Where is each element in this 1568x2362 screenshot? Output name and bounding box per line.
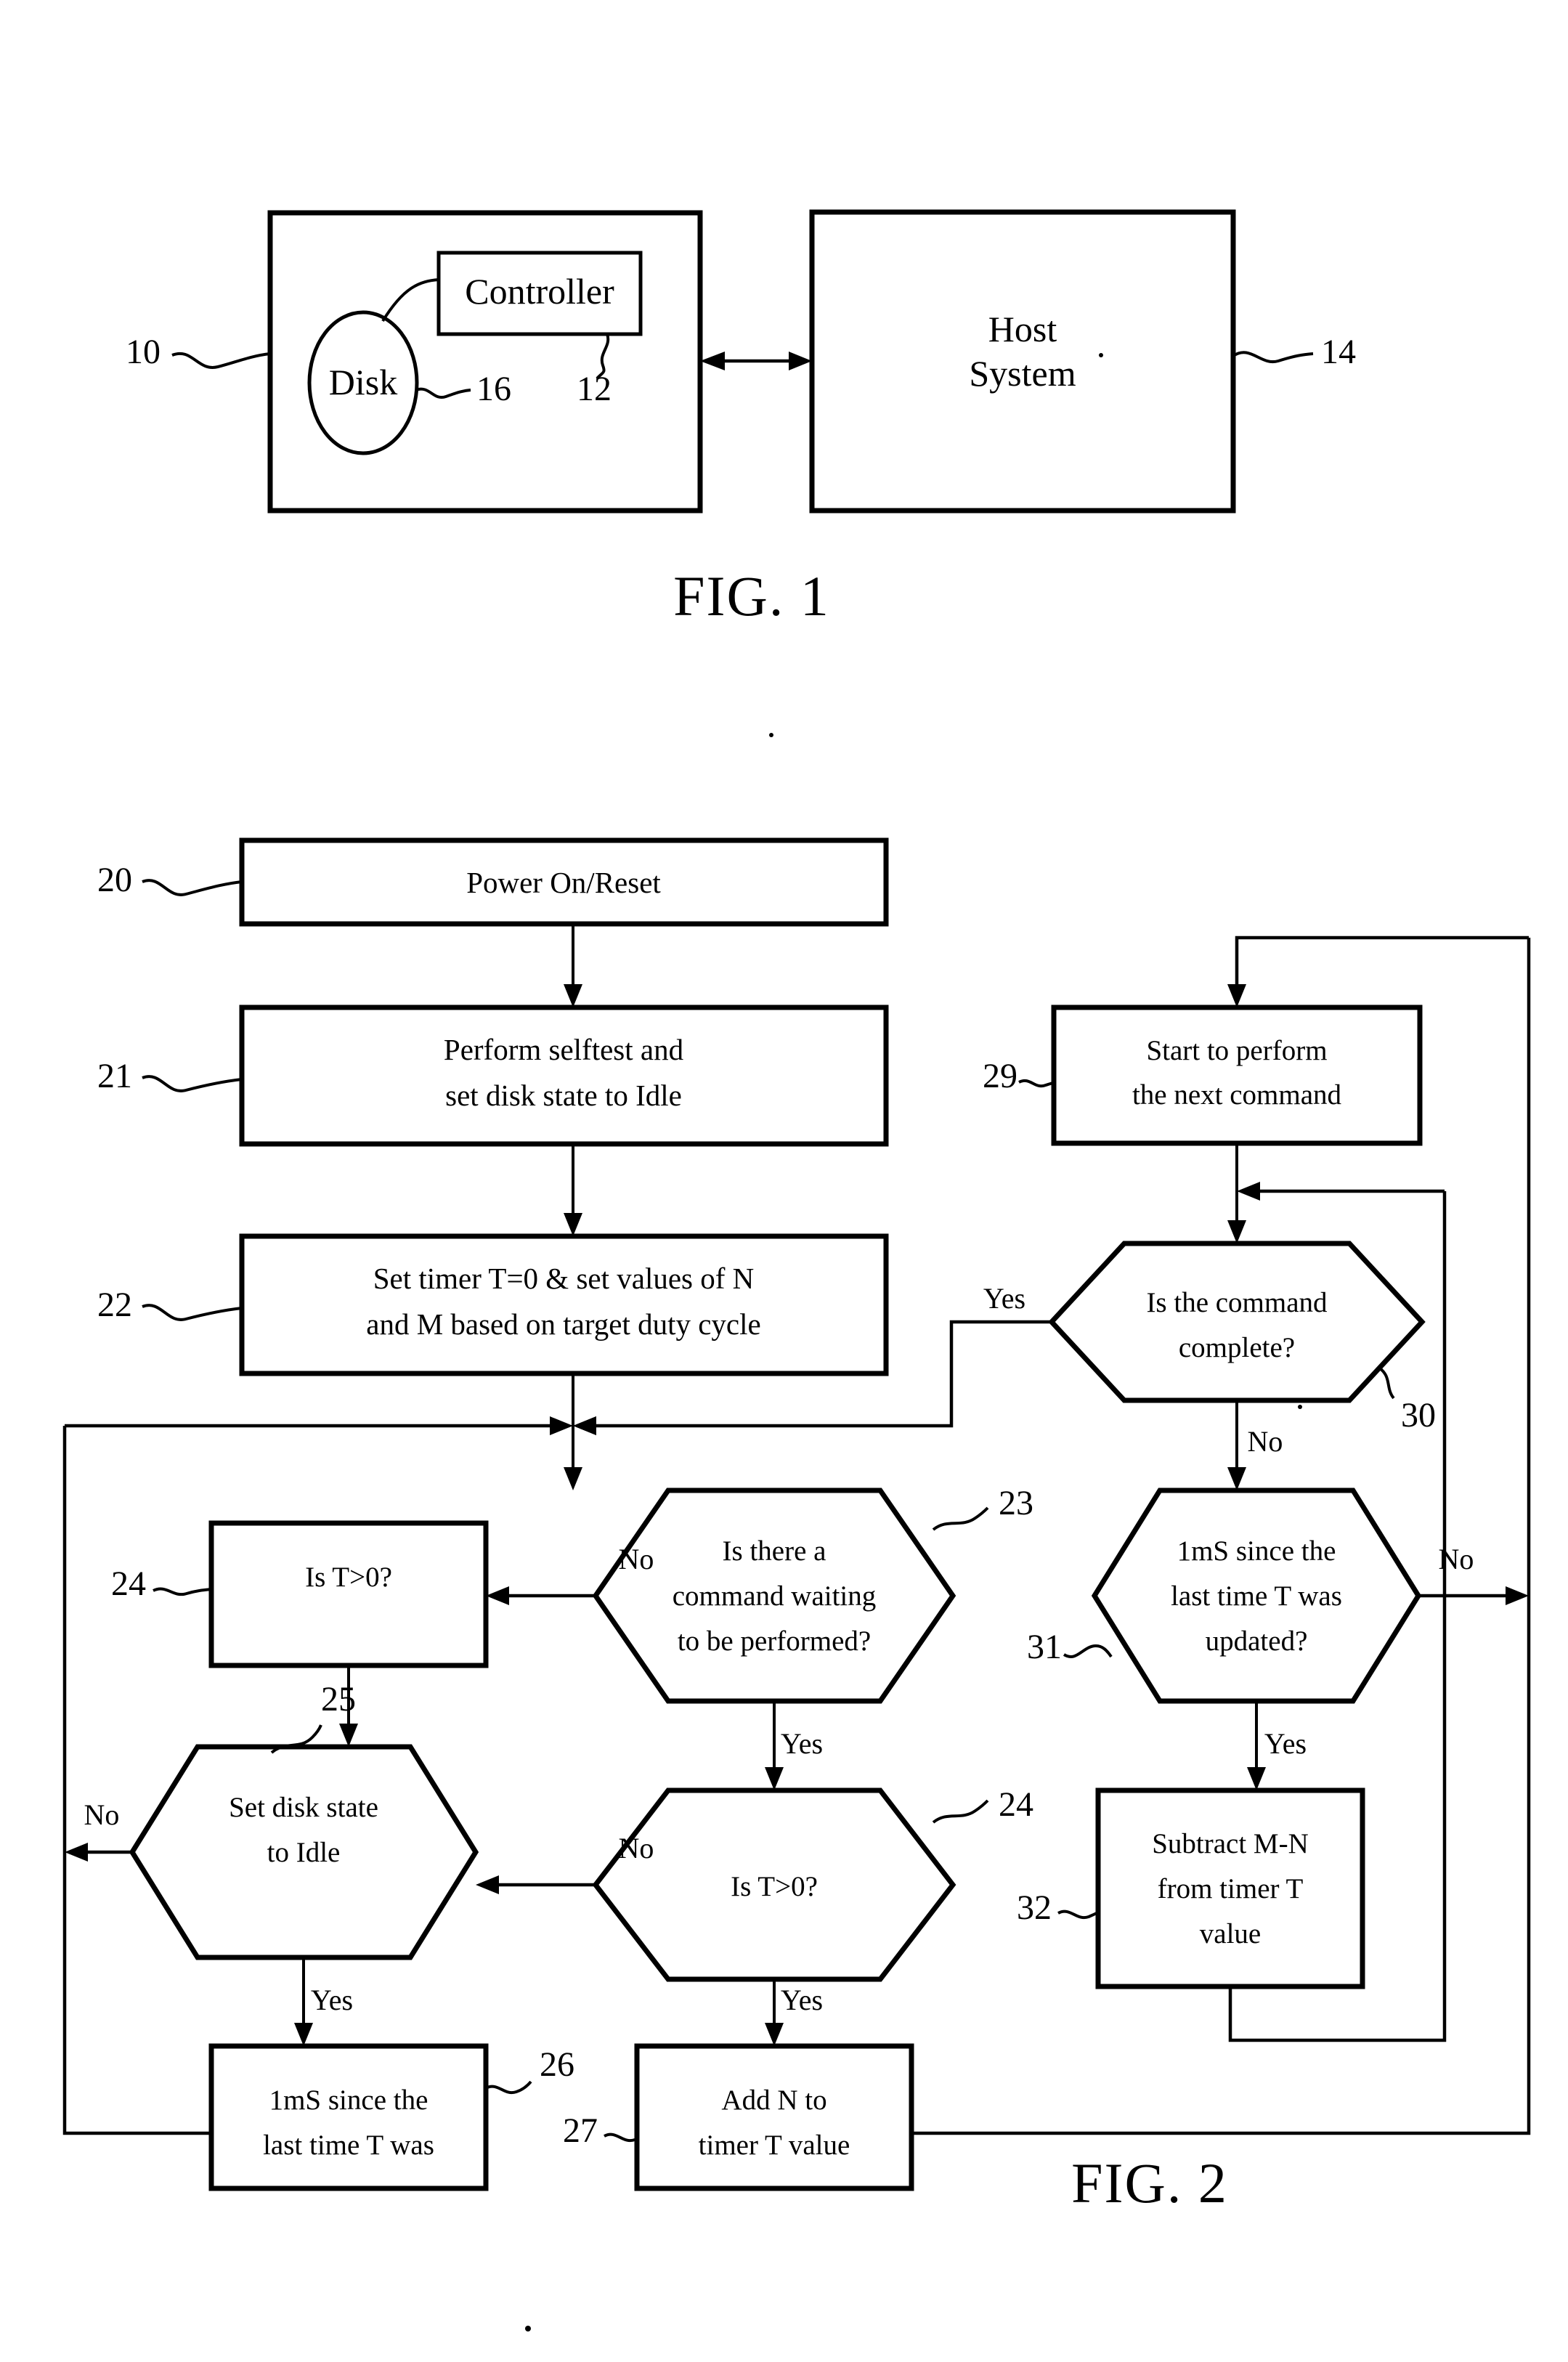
node-21-box [239,1005,889,1147]
node-27-label-line2: last time T was [263,2130,434,2161]
figure-1-group: 10 16 12 14 Controller Disk Host System … [126,209,1356,628]
patent-drawing-sheet: 10 16 12 14 Controller Disk Host System … [0,0,1568,2362]
drawing-canvas: 10 16 12 14 Controller Disk Host System … [62,209,1531,2331]
edge-21-to-22 [564,1144,582,1236]
node-25-ref: 24 [111,1564,146,1603]
node-30-label-line1: Is the command [1146,1287,1328,1318]
fig1-host-label-line1: Host [988,309,1057,349]
node-23-label-line1: Is there a [723,1535,826,1567]
node-22-label-line2: and M based on target duty cycle [366,1307,760,1341]
branch-24-yes-label: Yes [781,1984,823,2016]
edge-24-no [476,1875,596,1894]
node-29-ref-leader [1018,1079,1055,1088]
node-28-ref: 27 [563,2111,598,2150]
node-24-ref-final: 24 [999,1785,1033,1824]
node-31-ref-leader [1063,1644,1113,1658]
node-21-ref-leader [142,1075,243,1092]
node-30-label-line2: complete? [1179,1332,1295,1363]
node-22-box [239,1233,889,1376]
node-32-ref: 32 [1017,1888,1052,1927]
node-32-label-line2: from timer T [1158,1873,1304,1904]
node-21-label-line1: Perform selftest and [444,1033,683,1066]
print-speck-a [1298,1405,1302,1409]
node-30-hexagon [1048,1241,1426,1403]
node-21-ref: 21 [97,1057,132,1095]
edge-32-return-into-30 [1237,1182,1445,1201]
branch-23-no-label: No [619,1543,654,1575]
node-25-ref-leader [153,1587,212,1596]
node-20-ref-leader [142,879,243,896]
branch-26-no-label: No [84,1798,120,1831]
edge-loop-into-29 [1227,936,1529,1007]
node-28-label-line2: timer T value [699,2130,850,2161]
node-24-is-t-positive: Is T>0? [731,1871,818,1902]
branch-30-yes-label: Yes [983,1282,1025,1315]
print-speck-c [525,2326,531,2331]
node-23-label-line3: to be performed? [678,1626,871,1657]
node-29-label-line2: the next command [1132,1079,1342,1111]
branch-31-yes-label: Yes [1264,1727,1307,1760]
node-31-label-line1: 1mS since the [1177,1535,1336,1567]
node-26-label-line2: to Idle [267,1837,341,1868]
fig1-host-label-line2: System [969,353,1076,394]
node-28-ref-leader [604,2132,638,2143]
node-27-box [208,2043,489,2191]
node-23-ref: 23 [999,1484,1033,1522]
node-26-ref: 25 [321,1680,356,1718]
node-27-label-line1: 1mS since the [269,2085,428,2116]
branch-30-no-label: No [1248,1425,1283,1458]
fig1-ref-16: 16 [476,370,511,408]
figure-1-caption: FIG. 1 [673,564,830,628]
node-21-label-line2: set disk state to Idle [445,1079,682,1112]
edge-30-no [1227,1400,1246,1490]
node-28-label-line1: Add N to [721,2085,826,2116]
fig1-ref-12: 12 [577,370,612,408]
node-31-ref: 31 [1027,1628,1062,1666]
node-22-ref-leader [142,1304,243,1321]
branch-24-no-label: No [619,1832,654,1864]
fig1-bus-arrow [700,352,812,370]
fig1-ref-14: 14 [1321,333,1356,371]
edge-23-no [486,1586,596,1605]
node-32-label-line3: value [1200,1918,1261,1949]
figure-2-group: Power On/Reset 20 Perform selftest and s… [62,733,1531,2331]
fig1-print-speck [1099,353,1103,357]
node-23-ref-leader [932,1506,989,1531]
figure-2-caption: FIG. 2 [1071,2151,1228,2215]
node-27-ref: 26 [540,2045,574,2084]
node-26-label-line1: Set disk state [229,1792,378,1823]
node-20-ref: 20 [97,861,132,899]
node-27-ref-leader [485,2080,532,2095]
fig1-ref-10: 10 [126,333,161,371]
node-32-ref-leader [1057,1910,1099,1920]
node-24-ref-leader [932,1799,989,1824]
fig1-controller-label: Controller [465,271,614,312]
node-29-label-line1: Start to perform [1146,1035,1327,1066]
edge-26-no [65,1843,132,1862]
fig1-ref-14-leader [1232,351,1314,364]
edge-31-no [1418,1586,1529,1605]
fig1-disk-label: Disk [329,362,397,402]
node-25-box [208,1520,489,1668]
node-31-label-line2: last time T was [1171,1580,1342,1612]
node-28-box [634,2043,914,2191]
node-22-label-line1: Set timer T=0 & set values of N [373,1262,755,1295]
node-32-label-line1: Subtract M-N [1152,1828,1309,1859]
print-speck-b [769,733,773,737]
branch-23-yes-label: Yes [781,1727,823,1760]
node-29-ref: 29 [983,1057,1017,1095]
node-29-box [1051,1005,1423,1146]
branch-26-yes-label: Yes [311,1984,353,2016]
node-25-label-line1: Is T>0? [305,1562,392,1593]
edge-31-yes [1247,1701,1266,1790]
edge-20-to-21 [564,924,582,1007]
node-30-ref: 30 [1401,1396,1436,1434]
node-31-label-line3: updated? [1206,1626,1308,1657]
merge-point-above-23 [550,1373,596,1490]
node-23-label-line2: command waiting [673,1580,877,1612]
node-22-ref: 22 [97,1286,132,1324]
node-20-label-line1: Power On/Reset [466,866,661,899]
fig1-ref-10-leader [171,352,271,369]
node-30-ref-leader [1378,1367,1395,1400]
